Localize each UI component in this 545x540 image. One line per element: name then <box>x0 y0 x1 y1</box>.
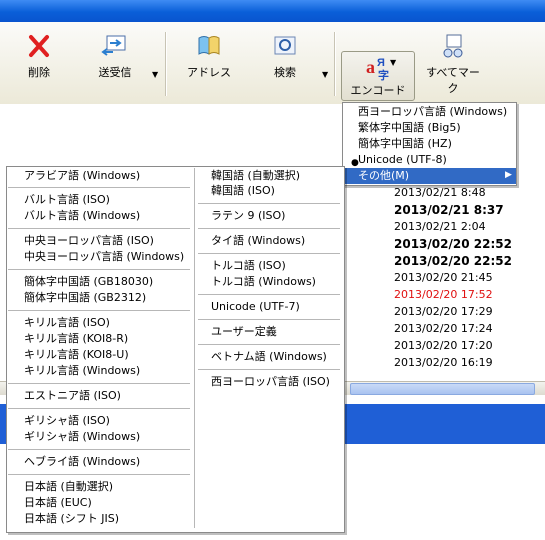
menu-separator <box>8 228 190 229</box>
encode-icon: a Я 字 <box>366 57 389 82</box>
submenu-arrow-icon: ▶ <box>505 170 512 180</box>
submenu-item[interactable]: トルコ語 (Windows) <box>211 274 316 290</box>
search-label: 検索 <box>274 66 296 79</box>
menu-separator <box>8 187 190 188</box>
menu-item-simp-chinese-hz[interactable]: 簡体字中国語 (HZ) <box>358 136 452 152</box>
search-dropdown-arrow[interactable]: ▼ <box>322 70 328 79</box>
toolbar-separator <box>165 32 167 96</box>
menu-separator <box>198 253 340 254</box>
submenu-item[interactable]: 日本語 (自動選択) <box>24 479 113 495</box>
mail-date: 2013/02/21 8:37 <box>394 203 504 217</box>
submenu-item[interactable]: ギリシャ語 (Windows) <box>24 429 140 445</box>
submenu-item[interactable]: 簡体字中国語 (GB2312) <box>24 290 146 306</box>
search-button[interactable]: 検索 <box>254 30 316 100</box>
submenu-item[interactable]: 日本語 (シフト JIS) <box>24 511 119 527</box>
menu-separator <box>8 449 190 450</box>
submenu-item[interactable]: 簡体字中国語 (GB18030) <box>24 274 153 290</box>
mail-date: 2013/02/21 2:04 <box>394 220 486 233</box>
send-receive-label: 送受信 <box>98 66 132 79</box>
delete-icon <box>29 35 49 57</box>
address-book-button[interactable]: アドレス <box>178 30 240 100</box>
menu-item-trad-chinese-big5[interactable]: 繁体字中国語 (Big5) <box>358 120 461 136</box>
menu-item-unicode-utf8[interactable]: Unicode (UTF-8) <box>358 152 447 168</box>
svg-text:字: 字 <box>378 68 389 82</box>
window-title-bar <box>0 0 545 22</box>
menu-separator <box>198 344 340 345</box>
mail-date: 2013/02/20 22:52 <box>394 254 512 268</box>
submenu-item[interactable]: 西ヨーロッパ言語 (ISO) <box>211 374 330 390</box>
mail-date: 2013/02/20 17:24 <box>394 322 493 335</box>
encode-dropdown-arrow[interactable]: ▼ <box>390 58 396 67</box>
mail-date: 2013/02/20 17:29 <box>394 305 493 318</box>
submenu-item[interactable]: バルト言語 (ISO) <box>24 192 110 208</box>
mail-date: 2013/02/21 8:48 <box>394 186 486 199</box>
mark-all-button[interactable]: すべてマーク <box>422 30 484 100</box>
mail-date: 2013/02/20 21:45 <box>394 271 493 284</box>
submenu-item[interactable]: 中央ヨーロッパ言語 (ISO) <box>24 233 154 249</box>
mark-all-label: すべてマーク <box>426 66 480 95</box>
mark-all-icon <box>443 34 463 58</box>
menu-separator <box>198 369 340 370</box>
menu-item-other-label: その他(M) <box>358 169 410 182</box>
address-book-label: アドレス <box>187 66 231 79</box>
submenu-item[interactable]: トルコ語 (ISO) <box>211 258 286 274</box>
submenu-item[interactable]: 韓国語 (ISO) <box>211 183 275 199</box>
submenu-item[interactable]: キリル言語 (KOI8-U) <box>24 347 129 363</box>
menu-item-western-windows[interactable]: 西ヨーロッパ言語 (Windows) <box>358 104 507 120</box>
mail-date: 2013/02/20 17:52 <box>394 288 493 301</box>
mail-date: 2013/02/20 22:52 <box>394 237 512 251</box>
menu-separator <box>8 383 190 384</box>
search-icon <box>274 36 296 55</box>
scrollbar-thumb[interactable] <box>350 383 535 395</box>
svg-text:a: a <box>366 57 375 77</box>
menu-separator <box>198 319 340 320</box>
submenu-item[interactable]: Unicode (UTF-7) <box>211 299 300 315</box>
encode-button[interactable]: a Я 字 エンコード <box>341 51 415 101</box>
menu-separator <box>198 294 340 295</box>
send-receive-icon <box>101 35 126 56</box>
submenu-item[interactable]: 中央ヨーロッパ言語 (Windows) <box>24 249 184 265</box>
toolbar-separator <box>334 32 336 96</box>
submenu-item[interactable]: キリル言語 (ISO) <box>24 315 110 331</box>
send-receive-button[interactable]: 送受信 <box>84 30 146 100</box>
address-book-icon <box>198 36 220 55</box>
submenu-item[interactable]: バルト言語 (Windows) <box>24 208 140 224</box>
submenu-item[interactable]: タイ語 (Windows) <box>211 233 305 249</box>
submenu-item[interactable]: キリル言語 (Windows) <box>24 363 140 379</box>
submenu-item[interactable]: ギリシャ語 (ISO) <box>24 413 110 429</box>
menu-separator <box>8 408 190 409</box>
menu-separator <box>198 203 340 204</box>
encode-label: エンコード <box>350 84 406 97</box>
menu-separator <box>8 310 190 311</box>
submenu-item[interactable]: アラビア語 (Windows) <box>24 168 140 184</box>
send-receive-dropdown-arrow[interactable]: ▼ <box>152 70 158 79</box>
submenu-item[interactable]: キリル言語 (KOI8-R) <box>24 331 128 347</box>
submenu-item[interactable]: ヘブライ語 (Windows) <box>24 454 140 470</box>
mail-date: 2013/02/20 17:20 <box>394 339 493 352</box>
menu-separator <box>8 474 190 475</box>
svg-text:Я: Я <box>377 57 385 69</box>
submenu-item[interactable]: 韓国語 (自動選択) <box>211 168 300 184</box>
submenu-item[interactable]: ベトナム語 (Windows) <box>211 349 327 365</box>
submenu-item[interactable]: 日本語 (EUC) <box>24 495 92 511</box>
delete-label: 削除 <box>28 66 50 79</box>
submenu-column-separator <box>194 168 195 528</box>
submenu-item[interactable]: エストニア語 (ISO) <box>24 388 121 404</box>
menu-separator <box>198 228 340 229</box>
delete-button[interactable]: 削除 <box>8 30 70 100</box>
menu-separator <box>8 269 190 270</box>
mail-date: 2013/02/20 16:19 <box>394 356 493 369</box>
submenu-item[interactable]: ユーザー定義 <box>211 324 277 340</box>
submenu-item[interactable]: ラテン 9 (ISO) <box>211 208 285 224</box>
